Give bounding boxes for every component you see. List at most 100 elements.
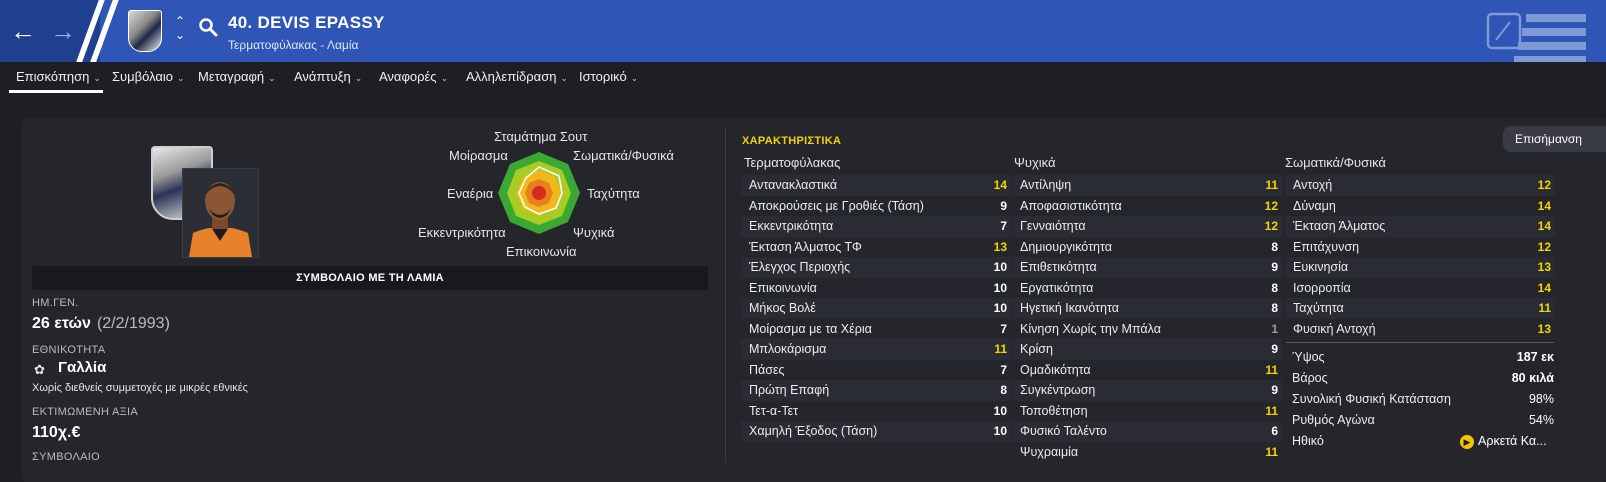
attribute-row[interactable]: Αντανακλαστικά 14 [741, 175, 1011, 196]
morale-row: Ηθικό [1292, 434, 1324, 448]
attribute-row[interactable]: Αποκρούσεις με Γροθιές (Τάση) 9 [741, 196, 1011, 217]
nationality-label: ΕΘΝΙΚΟΤΗΤΑ [32, 344, 106, 356]
player-switch-icon[interactable]: ⌃ ⌄ [172, 14, 188, 42]
tab-overview[interactable]: Επισκόπηση ⌄ [16, 69, 101, 84]
attribute-value: 13 [1537, 321, 1551, 336]
attribute-row[interactable]: Έλεγχος Περιοχής 10 [741, 257, 1011, 278]
attribute-row[interactable]: Ταχύτητα 11 [1285, 298, 1555, 319]
attribute-value: 14 [993, 178, 1007, 192]
attribute-row[interactable]: Ομαδικότητα 11 [1012, 360, 1282, 381]
attribute-row[interactable]: Γενναιότητα 12 [1012, 216, 1282, 237]
attribute-row[interactable]: Φυσική Αντοχή 13 [1285, 319, 1555, 340]
attribute-row[interactable]: Τοποθέτηση 11 [1012, 401, 1282, 422]
attribute-row[interactable]: Μπλοκάρισμα 11 [741, 339, 1011, 360]
tab-history[interactable]: Ιστορικό ⌄ [579, 69, 638, 84]
physical-attribute-list: Αντοχή 12 Δύναμη 14 Έκταση Άλματος 14 Επιτάχυν… [1285, 175, 1555, 339]
attribute-row[interactable]: Δημιουργικότητα 8 [1012, 237, 1282, 258]
weight-row: Βάρος 80 κιλά [1292, 371, 1554, 385]
estimated-value: 110χ.€ [32, 424, 81, 441]
attribute-row[interactable]: Χαμηλή Έξοδος (Τάση) 10 [741, 421, 1011, 442]
attribute-row[interactable]: Ηγετική Ικανότητα 8 [1012, 298, 1282, 319]
attribute-row[interactable]: Επικοινωνία 10 [741, 278, 1011, 299]
attribute-row[interactable]: Πρώτη Επαφή 8 [741, 380, 1011, 401]
attribute-name: Ομαδικότητα [1020, 362, 1091, 377]
attribute-name: Ταχύτητα [1293, 301, 1344, 315]
attribute-row[interactable]: Μοίρασμα με τα Χέρια 7 [741, 319, 1011, 340]
attribute-row[interactable]: Συγκέντρωση 9 [1012, 380, 1282, 401]
dob-label: ΗΜ.ΓΕΝ. [32, 297, 79, 309]
attribute-name: Ψυχραιμία [1020, 444, 1079, 459]
attribute-row[interactable]: Αντοχή 12 [1285, 175, 1555, 196]
attribute-value: 10 [993, 424, 1007, 438]
attribute-name: Ηγετική Ικανότητα [1020, 301, 1119, 315]
tab-transfer[interactable]: Μεταγραφή ⌄ [198, 69, 276, 84]
player-position-club[interactable]: Τερματοφύλακας - Λαμία [228, 38, 358, 52]
attribute-name: Μπλοκάρισμα [749, 342, 827, 356]
chevron-down-icon: ⌄ [268, 73, 276, 83]
attribute-name: Συγκέντρωση [1020, 383, 1096, 397]
attribute-row[interactable]: Δύναμη 14 [1285, 196, 1555, 217]
physical-info-divider [1286, 342, 1554, 343]
attribute-value: 10 [993, 280, 1007, 295]
attribute-value: 11 [1265, 362, 1278, 377]
attribute-value: 11 [1265, 403, 1278, 418]
attribute-row[interactable]: Επιθετικότητα 9 [1012, 257, 1282, 278]
search-icon[interactable] [198, 17, 218, 37]
tab-bar: Επισκόπηση ⌄ Συμβόλαιο ⌄ Μεταγραφή ⌄ Ανάπτυ… [0, 62, 1606, 96]
attribute-value: 12 [1264, 219, 1278, 233]
notes-tab[interactable]: Επισήμανση [1503, 126, 1606, 152]
attribute-name: Δύναμη [1293, 198, 1336, 213]
attribute-row[interactable]: Αντίληψη 11 [1012, 175, 1282, 196]
contract-label: ΣΥΜΒΟΛΑΙΟ [32, 451, 100, 463]
back-arrow-icon[interactable]: ← [6, 14, 40, 48]
goalkeeping-heading: Τερματοφύλακας [744, 155, 841, 170]
attribute-name: Μοίρασμα με τα Χέρια [749, 321, 872, 336]
attribute-value: 1 [1271, 321, 1278, 336]
attribute-name: Γενναιότητα [1020, 219, 1086, 233]
attribute-name: Εργατικότητα [1020, 280, 1094, 295]
club-crest-icon[interactable] [128, 10, 162, 52]
attribute-value: 10 [993, 403, 1007, 418]
attribute-value: 7 [1000, 321, 1007, 336]
attribute-row[interactable]: Ισορροπία 14 [1285, 278, 1555, 299]
attribute-name: Φυσικό Ταλέντο [1020, 424, 1107, 438]
attribute-name: Φυσική Αντοχή [1293, 321, 1376, 336]
attribute-name: Πρώτη Επαφή [749, 383, 830, 397]
forward-arrow-icon[interactable]: → [46, 14, 80, 48]
attribute-row[interactable]: Έκταση Άλματος 14 [1285, 216, 1555, 237]
attribute-row[interactable]: Έκταση Άλματος ΤΦ 13 [741, 237, 1011, 258]
attribute-name: Ευκινησία [1293, 260, 1349, 274]
mental-attribute-list: Αντίληψη 11 Αποφασιστικότητα 12 Γενναιότητα 1… [1012, 175, 1282, 462]
tab-reports[interactable]: Αναφορές ⌄ [379, 69, 448, 84]
attribute-row[interactable]: Μήκος Βολέ 10 [741, 298, 1011, 319]
radar-label-eccentricity: Εκκεντρικότητα [418, 225, 506, 240]
tab-contract[interactable]: Συμβόλαιο ⌄ [112, 69, 185, 84]
attribute-name: Εκκεντρικότητα [749, 219, 834, 233]
attribute-row[interactable]: Κίνηση Χωρίς την Μπάλα 1 [1012, 319, 1282, 340]
attribute-row[interactable]: Τετ-α-Τετ 10 [741, 401, 1011, 422]
radar-label-speed: Ταχύτητα [587, 186, 640, 201]
chevron-down-icon: ⌄ [560, 73, 569, 83]
attribute-name: Μήκος Βολέ [749, 301, 816, 315]
tab-interaction[interactable]: Αλληλεπίδραση ⌄ [466, 69, 568, 84]
dob-value: (2/2/1993) [96, 315, 170, 332]
nationality-value[interactable]: Γαλλία [58, 359, 106, 376]
attribute-row[interactable]: Εργατικότητα 8 [1012, 278, 1282, 299]
morale-value[interactable]: ▶ Αρκετά Κα... [1460, 434, 1547, 449]
chevron-down-icon: ⌄ [440, 73, 449, 83]
attribute-value: 10 [993, 301, 1007, 315]
attribute-name: Τετ-α-Τετ [749, 403, 799, 418]
attribute-row[interactable]: Ψυχραιμία 11 [1012, 442, 1282, 463]
attribute-row[interactable]: Αποφασιστικότητα 12 [1012, 196, 1282, 217]
attribute-value: 9 [1271, 342, 1278, 356]
attribute-value: 8 [1271, 280, 1278, 295]
attribute-row[interactable]: Κρίση 9 [1012, 339, 1282, 360]
contract-banner[interactable]: ΣΥΜΒΟΛΑΙΟ ΜΕ ΤΗ ΛΑΜΙΑ [32, 266, 708, 290]
attribute-value: 11 [1265, 444, 1278, 459]
tab-development[interactable]: Ανάπτυξη ⌄ [294, 69, 362, 84]
attribute-row[interactable]: Φυσικό Ταλέντο 6 [1012, 421, 1282, 442]
attribute-row[interactable]: Πάσες 7 [741, 360, 1011, 381]
attribute-row[interactable]: Ευκινησία 13 [1285, 257, 1555, 278]
attribute-row[interactable]: Επιτάχυνση 12 [1285, 237, 1555, 258]
attribute-row[interactable]: Εκκεντρικότητα 7 [741, 216, 1011, 237]
